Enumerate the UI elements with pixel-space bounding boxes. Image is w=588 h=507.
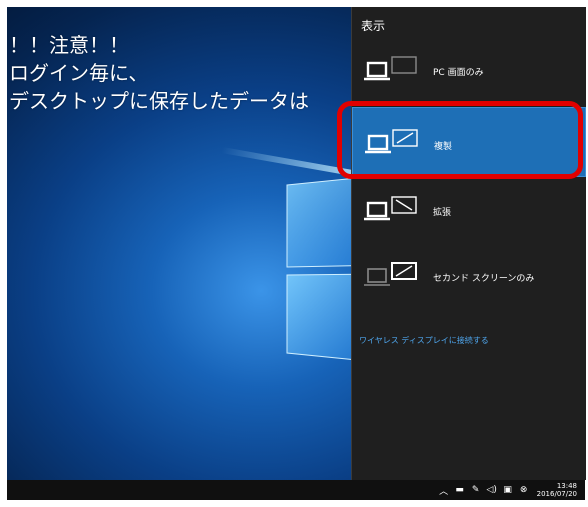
panel-title: 表示 (361, 19, 386, 33)
action-center-icon[interactable]: ⊗ (519, 485, 529, 495)
warning-line-3: デスクトップに保存したデータは (9, 89, 309, 113)
warning-line-2: ログイン毎に、 (9, 61, 149, 85)
network-icon[interactable]: ▬ (455, 485, 465, 495)
option-pc-screen-only[interactable]: PC 画面のみ (352, 41, 586, 103)
second-screen-only-icon (364, 262, 417, 286)
clock[interactable]: 13:48 2016/07/20 (537, 482, 577, 498)
option-label: セカンド スクリーンのみ (433, 274, 535, 284)
volume-icon[interactable]: ◁) (486, 485, 496, 495)
option-second-screen-only[interactable]: セカンド スクリーンのみ (352, 247, 586, 309)
clock-date: 2016/07/20 (536, 490, 577, 498)
taskbar: ︿ ▬ ✎ ◁) ▣ ⊗ 13:48 2016/07/20 (7, 480, 585, 500)
pc-screen-only-icon (364, 56, 417, 81)
pen-icon[interactable]: ✎ (471, 485, 481, 495)
clock-time: 13:48 (556, 482, 577, 490)
wireless-display-link[interactable]: ワイヤレス ディスプレイに接続する (359, 335, 489, 346)
system-tray: ︿ ▬ ✎ ◁) ▣ ⊗ 13:48 2016/07/20 (439, 480, 577, 500)
notification-icon[interactable]: ▣ (503, 485, 513, 495)
desktop-warning-text: ！！注意！！ ログイン毎に、 デスクトップに保存したデータは (9, 31, 309, 115)
extend-icon (364, 196, 417, 221)
option-label: PC 画面のみ (433, 68, 484, 78)
warning-line-1: ！！注意！！ (9, 33, 129, 57)
chevron-up-icon[interactable]: ︿ (439, 485, 449, 497)
option-extend[interactable]: 拡張 (352, 181, 586, 243)
project-panel: 表示 PC 画面のみ 複製 拡張 セカンド スクリーンのみ ワイヤレス ディスプ… (351, 7, 586, 480)
option-label: 拡張 (433, 208, 452, 218)
selection-highlight-frame (337, 101, 583, 179)
